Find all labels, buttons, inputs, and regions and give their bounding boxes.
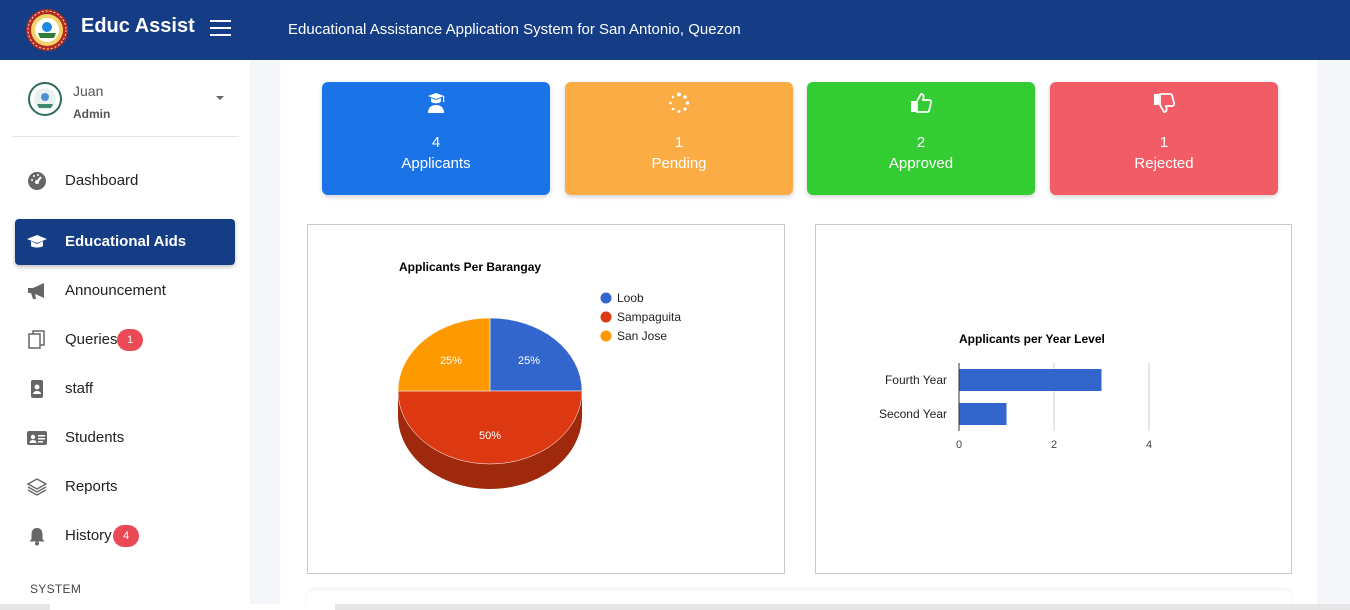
sidebar-item-label: Reports xyxy=(65,478,118,495)
bar[interactable] xyxy=(959,369,1102,391)
user-name: Juan xyxy=(73,83,104,99)
x-tick-label: 2 xyxy=(1051,439,1057,451)
municipal-seal-logo xyxy=(26,9,68,51)
megaphone-icon xyxy=(28,283,44,299)
legend-label: Loob xyxy=(617,291,644,305)
legend-label: Sampaguita xyxy=(617,310,681,324)
stat-label: Applicants xyxy=(401,155,471,172)
user-graduate-icon xyxy=(428,93,445,113)
brand-title[interactable]: Educ Assist xyxy=(81,15,195,38)
avatar xyxy=(28,82,62,116)
sidebar-item-students[interactable]: Students xyxy=(15,415,235,461)
menu-bar-icon xyxy=(210,27,231,29)
sidebar-item-label: Announcement xyxy=(65,282,166,299)
stat-card-pending[interactable]: 1 Pending xyxy=(565,82,793,195)
stat-label: Rejected xyxy=(1134,155,1194,172)
graduation-cap-icon xyxy=(27,235,47,248)
stat-label: Approved xyxy=(888,155,954,172)
stat-value: 4 xyxy=(431,134,441,151)
pie-chart: Applicants Per Barangay Loob Sampaguita Sa… xyxy=(397,260,681,489)
history-count-badge: 4 xyxy=(113,525,139,547)
sidebar-item-queries[interactable]: Queries 1 xyxy=(15,317,235,363)
sidebar-item-educational-aids[interactable]: Educational Aids xyxy=(15,219,235,265)
stat-value: 2 xyxy=(916,134,926,151)
thumbs-down-icon xyxy=(1154,93,1175,113)
id-card-icon xyxy=(27,431,47,445)
sidebar-item-announcement[interactable]: Announcement xyxy=(15,268,235,314)
sidebar-item-history[interactable]: History 4 xyxy=(15,513,235,559)
y-category-label: Fourth Year xyxy=(885,373,947,387)
menu-bar-icon xyxy=(210,34,231,36)
sidebar-item-reports[interactable]: Reports xyxy=(15,464,235,510)
scrollbar-thumb[interactable] xyxy=(50,604,335,610)
main-content: 4 Applicants 1 Pending 2 Approved 1 Reje… xyxy=(280,60,1317,610)
sidebar-toggle-button[interactable] xyxy=(209,18,233,40)
pie-chart-panel: Applicants Per Barangay Loob Sampaguita Sa… xyxy=(307,224,785,574)
spinner-icon xyxy=(669,92,690,113)
sidebar-item-label: Dashboard xyxy=(65,172,139,189)
user-role: Admin xyxy=(73,107,111,121)
chevron-down-icon[interactable] xyxy=(216,96,224,100)
legend-label: San Jose xyxy=(617,329,667,343)
bar-chart: Applicants per Year Level 0 2 4 Fourth Year… xyxy=(879,332,1152,451)
pie-slice-label: 50% xyxy=(479,430,501,442)
sidebar-item-label: Students xyxy=(65,429,125,446)
stat-card-rejected[interactable]: 1 Rejected xyxy=(1050,82,1278,195)
x-tick-label: 4 xyxy=(1146,439,1152,451)
sidebar-item-staff[interactable]: staff xyxy=(15,366,235,412)
stat-label: Pending xyxy=(651,155,707,172)
stat-value: 1 xyxy=(1159,134,1169,151)
sidebar-item-label: Queries xyxy=(65,331,118,348)
x-tick-label: 0 xyxy=(956,439,962,451)
user-panel[interactable]: Juan Admin xyxy=(12,60,239,137)
queries-count-badge: 1 xyxy=(117,329,143,351)
sidebar-item-dashboard[interactable]: Dashboard xyxy=(15,158,235,204)
stat-card-applicants[interactable]: 4 Applicants xyxy=(322,82,550,195)
legend-swatch xyxy=(600,292,612,304)
bar[interactable] xyxy=(959,403,1007,425)
sidebar-item-label: History xyxy=(65,527,112,544)
chart-title: Applicants per Year Level xyxy=(959,332,1105,346)
legend-swatch xyxy=(600,330,612,342)
copy-icon xyxy=(28,330,45,349)
y-category-label: Second Year xyxy=(879,407,947,421)
sidebar-item-label: Educational Aids xyxy=(65,233,187,250)
layers-icon xyxy=(27,478,47,496)
id-badge-icon xyxy=(31,380,43,398)
pie-slice-label: 25% xyxy=(518,355,540,367)
sidebar-section-header: SYSTEM xyxy=(30,582,82,596)
horizontal-scrollbar[interactable] xyxy=(0,604,1350,610)
legend-swatch xyxy=(600,311,612,323)
thumbs-up-icon xyxy=(911,93,932,113)
menu-bar-icon xyxy=(210,20,231,22)
dashboard-icon xyxy=(28,172,46,190)
top-navbar: Educ Assist Educational Assistance Appli… xyxy=(0,0,1350,60)
bar-chart-panel: Applicants per Year Level 0 2 4 Fourth Year… xyxy=(815,224,1292,574)
sidebar-item-label: staff xyxy=(65,380,94,397)
stat-value: 1 xyxy=(674,134,684,151)
stat-card-approved[interactable]: 2 Approved xyxy=(807,82,1035,195)
chart-title: Applicants Per Barangay xyxy=(399,260,541,274)
bell-icon xyxy=(29,528,45,546)
pie-slice-label: 25% xyxy=(440,355,462,367)
system-title: Educational Assistance Application Syste… xyxy=(288,21,741,38)
sidebar: Juan Admin Dashboard Educational Aids An… xyxy=(0,60,250,610)
